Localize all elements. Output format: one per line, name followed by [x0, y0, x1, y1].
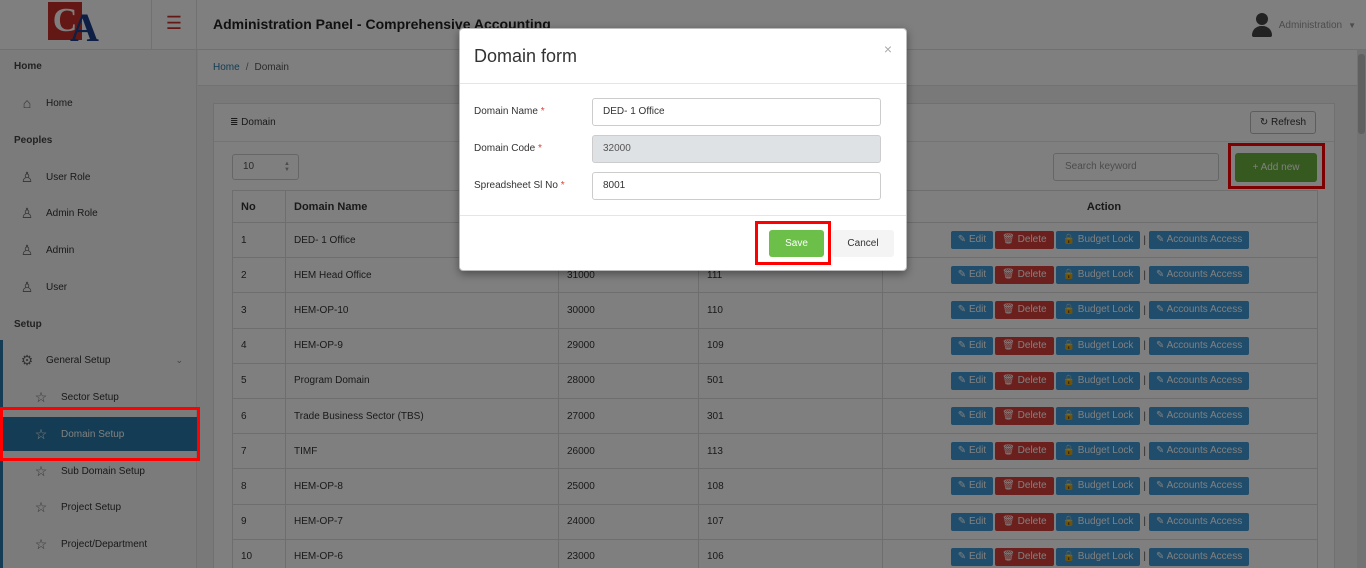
required-mark: *	[540, 106, 545, 117]
domain-name-label: Domain Name *	[474, 106, 545, 117]
highlight-domain-setup	[0, 407, 200, 461]
modal-footer: Save Cancel	[460, 215, 906, 271]
sl-no-label: Spreadsheet Sl No *	[474, 180, 565, 191]
domain-code-label: Domain Code *	[474, 143, 542, 154]
spreadsheet-sl-no-field[interactable]: 8001	[592, 172, 881, 200]
highlight-save	[755, 221, 831, 265]
modal-header: Domain form ×	[460, 29, 906, 84]
domain-form-modal: Domain form × Domain Name * DED- 1 Offic…	[459, 28, 907, 271]
domain-name-field[interactable]: DED- 1 Office	[592, 98, 881, 126]
domain-code-field[interactable]: 32000	[592, 135, 881, 163]
cancel-button[interactable]: Cancel	[832, 230, 894, 257]
required-mark: *	[537, 143, 542, 154]
close-icon[interactable]: ×	[884, 41, 892, 57]
sl-no-label-text: Spreadsheet Sl No	[474, 180, 558, 191]
required-mark: *	[560, 180, 565, 191]
domain-name-label-text: Domain Name	[474, 106, 538, 117]
domain-code-label-text: Domain Code	[474, 143, 536, 154]
modal-title: Domain form	[474, 46, 578, 66]
